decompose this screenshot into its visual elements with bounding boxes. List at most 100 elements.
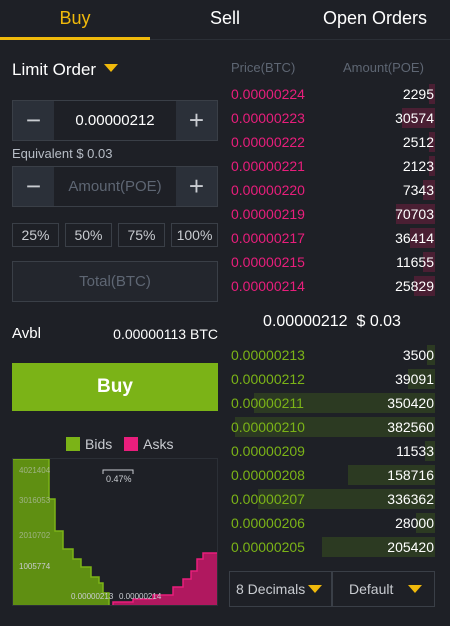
ask-amount: 30574 — [395, 110, 434, 126]
bid-row[interactable]: 0.00000209 11533 — [229, 441, 435, 461]
bid-row[interactable]: 0.00000212 39091 — [229, 369, 435, 389]
tab-buy[interactable]: Buy — [0, 0, 150, 40]
ask-row[interactable]: 0.00000217 36414 — [229, 228, 435, 248]
order-type-dropdown[interactable]: Limit Order — [12, 60, 119, 80]
bid-amount: 28000 — [395, 515, 434, 531]
bid-row[interactable]: 0.00000207 336362 — [229, 489, 435, 509]
ask-row[interactable]: 0.00000224 2295 — [229, 84, 435, 104]
amount-header: Amount(POE) — [343, 60, 424, 75]
x-label-0: 0.00000213 — [71, 592, 114, 601]
buy-button[interactable]: Buy — [12, 363, 218, 411]
bid-price: 0.00000205 — [231, 539, 305, 555]
y-label-0: 4021404 — [19, 466, 51, 475]
bid-row[interactable]: 0.00000205 205420 — [229, 537, 435, 557]
ask-price: 0.00000223 — [231, 110, 305, 126]
bid-amount: 205420 — [387, 539, 434, 555]
price-equivalent: Equivalent $ 0.03 — [12, 146, 113, 161]
bid-amount: 350420 — [387, 395, 434, 411]
bid-row[interactable]: 0.00000208 158716 — [229, 465, 435, 485]
price-increase-button[interactable]: + — [176, 101, 217, 140]
percent-50-button[interactable]: 50% — [65, 223, 112, 247]
amount-stepper: − Amount(POE) + — [12, 166, 218, 207]
trade-tabs: Buy Sell Open Orders — [0, 0, 450, 40]
last-price: 0.00000212 $ 0.03 — [229, 313, 435, 333]
price-decrease-button[interactable]: − — [13, 101, 54, 140]
bid-row[interactable]: 0.00000211 350420 — [229, 393, 435, 413]
ask-amount: 11655 — [396, 254, 434, 270]
ask-amount: 2512 — [402, 134, 434, 150]
view-label: Default — [349, 581, 394, 597]
ask-amount: 25829 — [395, 278, 434, 294]
ask-row[interactable]: 0.00000215 11655 — [229, 252, 435, 272]
depth-chart-svg: 4021404 3016053 2010702 1005774 0.47% 0.… — [13, 458, 217, 605]
total-input[interactable]: Total(BTC) — [12, 261, 218, 302]
price-input[interactable]: 0.00000212 — [54, 101, 176, 140]
ask-row[interactable]: 0.00000219 70703 — [229, 204, 435, 224]
ask-row[interactable]: 0.00000223 30574 — [229, 108, 435, 128]
bid-amount: 3500 — [402, 347, 434, 363]
depth-chart: 4021404 3016053 2010702 1005774 0.47% 0.… — [12, 458, 218, 606]
bid-amount: 382560 — [387, 419, 434, 435]
asks-swatch — [124, 437, 139, 451]
active-tab-indicator — [0, 37, 150, 40]
ask-price: 0.00000217 — [231, 230, 305, 246]
ask-amount: 2295 — [402, 86, 434, 102]
ask-price: 0.00000214 — [231, 278, 305, 294]
ask-row[interactable]: 0.00000220 7343 — [229, 180, 435, 200]
amount-decrease-button[interactable]: − — [13, 167, 54, 206]
ask-price: 0.00000215 — [231, 254, 305, 270]
ask-price: 0.00000220 — [231, 182, 305, 198]
ask-price: 0.00000221 — [231, 158, 305, 174]
y-label-3: 1005774 — [19, 562, 51, 571]
amount-input[interactable]: Amount(POE) — [54, 167, 176, 206]
price-header: Price(BTC) — [231, 60, 296, 75]
ask-price: 0.00000219 — [231, 206, 305, 222]
ask-amount: 36414 — [395, 230, 434, 246]
ask-amount: 7343 — [402, 182, 434, 198]
ask-row[interactable]: 0.00000214 25829 — [229, 276, 435, 296]
ask-price: 0.00000222 — [231, 134, 305, 150]
avbl-label: Avbl — [12, 325, 41, 342]
percent-100-button[interactable]: 100% — [171, 223, 218, 247]
chevron-down-icon — [104, 64, 119, 72]
bid-price: 0.00000211 — [231, 395, 304, 411]
bid-price: 0.00000209 — [231, 443, 305, 459]
bid-price: 0.00000213 — [231, 347, 305, 363]
bid-price: 0.00000208 — [231, 467, 305, 483]
bid-price: 0.00000210 — [231, 419, 305, 435]
ask-price: 0.00000224 — [231, 86, 305, 102]
last-price-btc: 0.00000212 — [263, 313, 348, 330]
bid-amount: 336362 — [387, 491, 434, 507]
percent-75-button[interactable]: 75% — [118, 223, 165, 247]
bid-amount: 158716 — [387, 467, 434, 483]
spread-label: 0.47% — [106, 474, 132, 484]
order-type-label: Limit Order — [12, 60, 97, 79]
bid-price: 0.00000212 — [231, 371, 305, 387]
percent-25-button[interactable]: 25% — [12, 223, 59, 247]
ask-row[interactable]: 0.00000222 2512 — [229, 132, 435, 152]
ask-row[interactable]: 0.00000221 2123 — [229, 156, 435, 176]
bid-amount: 11533 — [396, 443, 434, 459]
bid-price: 0.00000207 — [231, 491, 305, 507]
last-price-usd: $ 0.03 — [356, 313, 401, 330]
decimals-dropdown[interactable]: 8 Decimals — [229, 571, 332, 607]
tab-sell[interactable]: Sell — [150, 0, 300, 40]
chevron-down-icon — [308, 585, 322, 593]
amount-increase-button[interactable]: + — [176, 167, 217, 206]
legend-bids: Bids — [85, 436, 113, 452]
bid-row[interactable]: 0.00000213 3500 — [229, 345, 435, 365]
decimals-label: 8 Decimals — [236, 581, 306, 597]
depth-legend: Bids Asks — [66, 436, 181, 452]
bids-swatch — [66, 437, 80, 451]
y-label-2: 2010702 — [19, 531, 51, 540]
bid-amount: 39091 — [395, 371, 434, 387]
ask-amount: 70703 — [395, 206, 434, 222]
bid-price: 0.00000206 — [231, 515, 305, 531]
y-label-1: 3016053 — [19, 496, 51, 505]
bid-row[interactable]: 0.00000210 382560 — [229, 417, 435, 437]
tab-open-orders[interactable]: Open Orders — [300, 0, 450, 40]
percent-buttons: 25% 50% 75% 100% — [12, 223, 218, 247]
bid-row[interactable]: 0.00000206 28000 — [229, 513, 435, 533]
x-label-1: 0.00000214 — [119, 592, 162, 601]
view-dropdown[interactable]: Default — [332, 571, 435, 607]
